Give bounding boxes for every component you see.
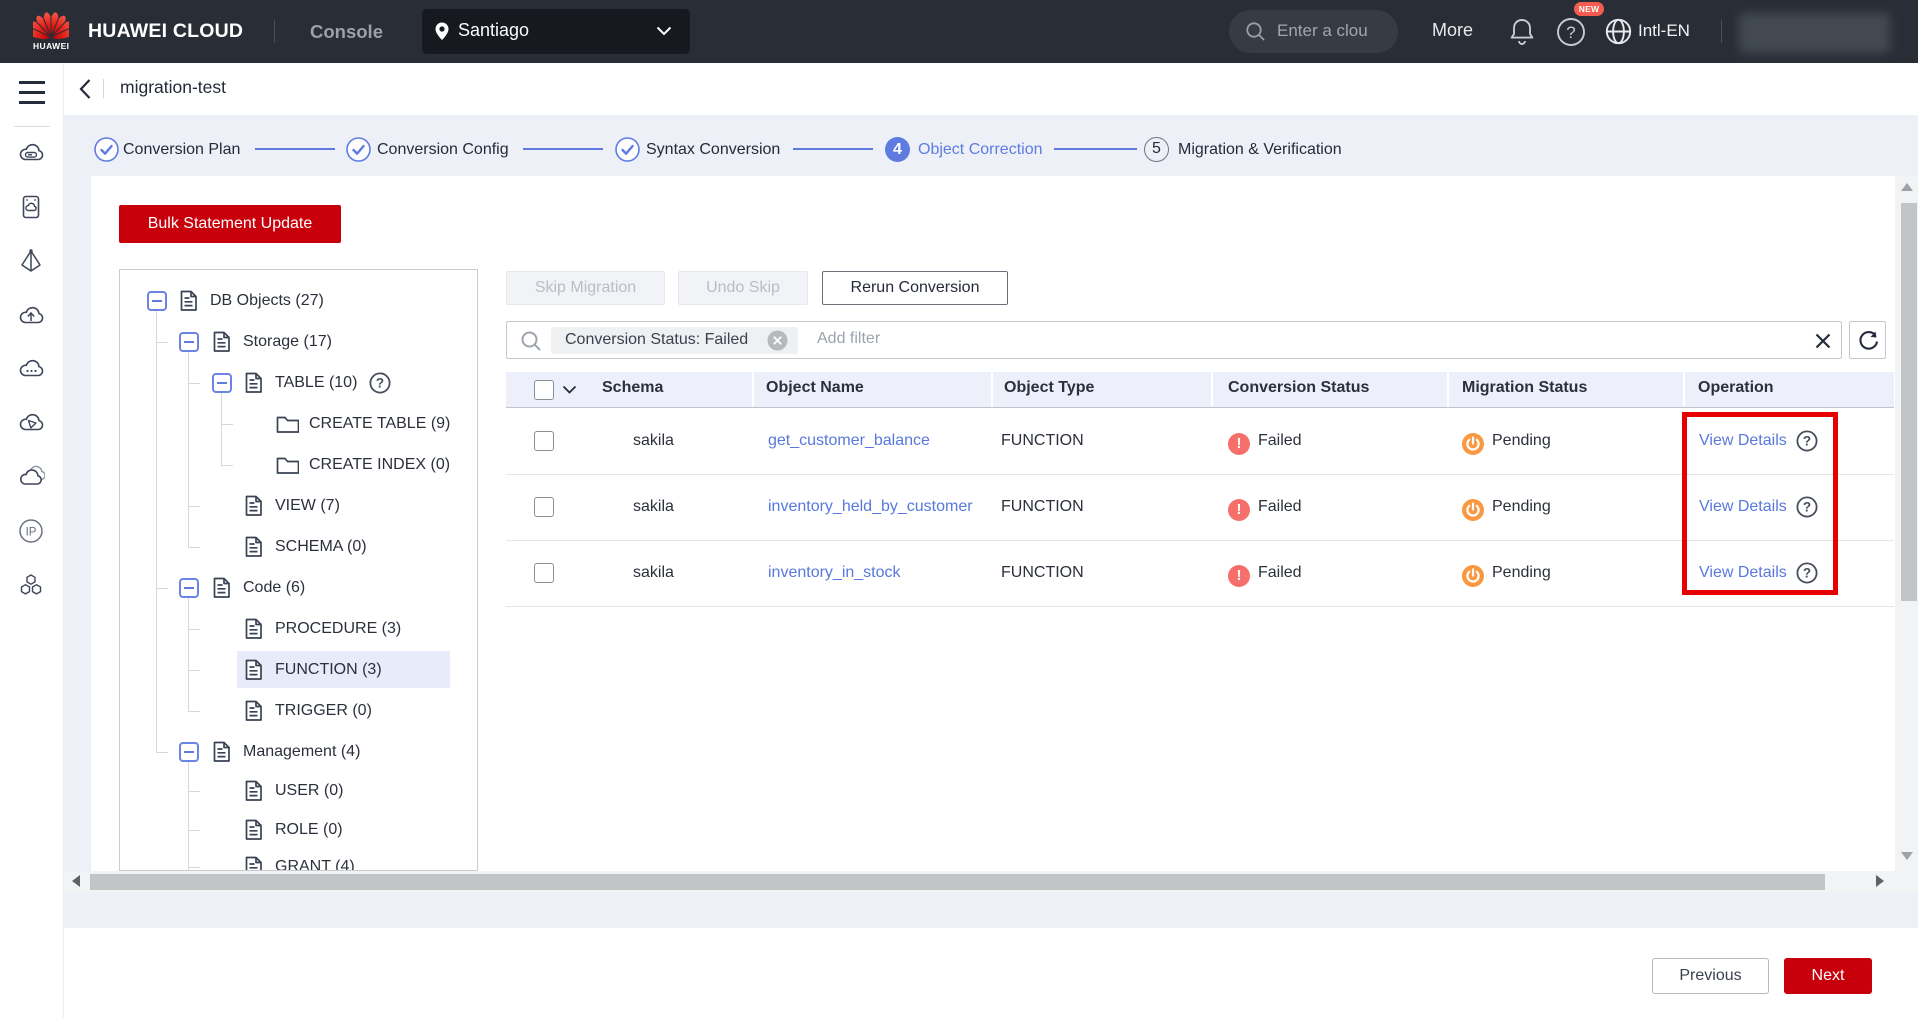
svg-text:?: ? (1566, 23, 1575, 42)
svg-text:IP: IP (26, 527, 37, 539)
